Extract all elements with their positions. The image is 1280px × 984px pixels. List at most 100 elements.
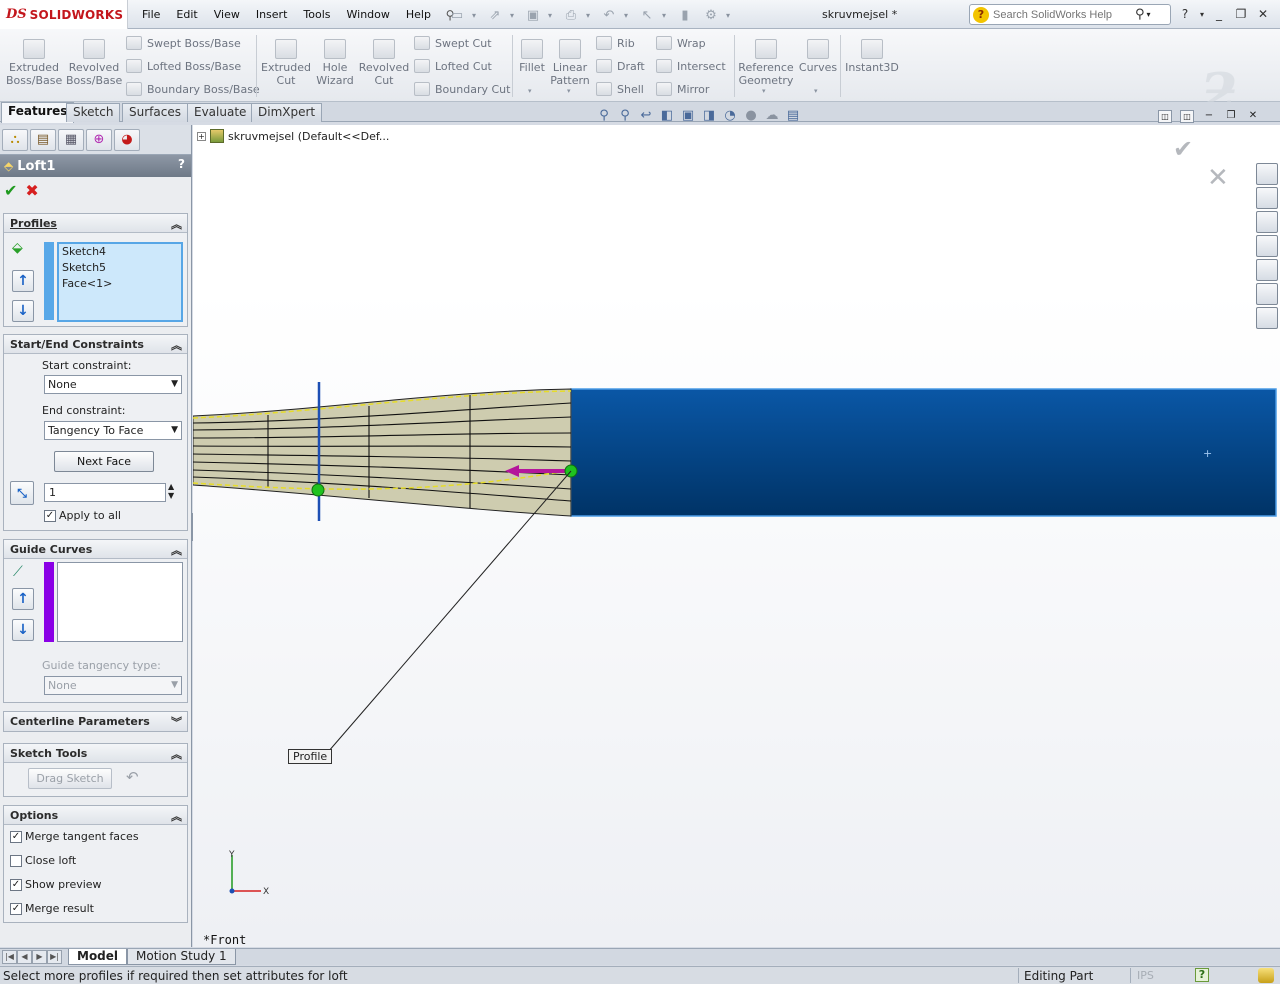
undo-sketch-icon[interactable]: ↶ <box>126 768 139 786</box>
reference-geometry-button[interactable]: Reference Geometry <box>738 39 794 87</box>
cancel-x-icon[interactable]: ✖ <box>25 181 38 200</box>
collapse-chevron-icon[interactable]: ︽ <box>171 542 182 558</box>
new-dropdown-icon[interactable]: ▾ <box>472 11 480 20</box>
menu-view[interactable]: View <box>206 8 248 21</box>
tab-evaluate[interactable]: Evaluate <box>187 103 254 122</box>
list-item[interactable]: Sketch5 <box>62 260 181 276</box>
save-icon[interactable]: ▣ <box>522 5 544 25</box>
connector-handle[interactable] <box>311 483 325 497</box>
search-dropdown-icon[interactable]: ▾ <box>1147 10 1151 19</box>
restore-icon[interactable]: ❐ <box>1232 5 1250 23</box>
zoom-to-fit-icon[interactable]: ⚲ <box>595 108 613 124</box>
extruded-cut-button[interactable]: Extruded Cut <box>260 39 312 87</box>
guide-curves-header[interactable]: Guide Curves ︽ <box>4 540 187 559</box>
checkbox-box[interactable]: ✓ <box>44 509 56 522</box>
checkbox-box[interactable]: ✓ <box>10 878 22 891</box>
profiles-header[interactable]: Profiles ︽ <box>4 214 187 233</box>
open-icon[interactable]: ⇗ <box>484 5 506 25</box>
ok-check-icon[interactable]: ✔ <box>4 181 17 200</box>
dimxpert-manager-icon[interactable]: ⊕ <box>86 128 112 151</box>
profile-callout[interactable]: Profile <box>288 749 333 764</box>
boundary-boss-button[interactable]: Boundary Boss/Base <box>126 81 260 97</box>
design-library-icon[interactable] <box>1256 211 1278 233</box>
mirror-button[interactable]: Mirror <box>656 81 709 97</box>
curves-button[interactable]: Curves <box>798 39 838 74</box>
save-dropdown-icon[interactable]: ▾ <box>548 11 556 20</box>
sketch-tools-header[interactable]: Sketch Tools ︽ <box>4 744 187 763</box>
confirmation-ok-icon[interactable]: ✔ <box>1173 135 1193 163</box>
feature-manager-icon[interactable]: ⛬ <box>2 128 28 151</box>
pattern-dropdown-icon[interactable]: ▾ <box>567 87 571 95</box>
lofted-boss-button[interactable]: Lofted Boss/Base <box>126 58 241 74</box>
rib-button[interactable]: Rib <box>596 35 635 51</box>
list-item[interactable]: Sketch4 <box>62 244 181 260</box>
file-explorer-icon[interactable] <box>1256 235 1278 257</box>
checkbox-box[interactable]: ✓ <box>10 902 22 915</box>
existing-body-face[interactable] <box>570 388 1277 517</box>
options-dropdown-icon[interactable]: ▾ <box>726 11 734 20</box>
help-dropdown-icon[interactable]: ▾ <box>1198 5 1206 23</box>
collapse-chevron-icon[interactable]: ︽ <box>171 808 182 824</box>
extruded-boss-button[interactable]: Extruded Boss/Base <box>6 39 62 87</box>
confirmation-cancel-icon[interactable]: ✕ <box>1207 163 1229 193</box>
solidworks-resources-icon[interactable] <box>1256 163 1278 185</box>
reverse-direction-button[interactable]: ⤡ <box>10 481 34 505</box>
centerline-header[interactable]: Centerline Parameters ︾ <box>4 712 187 731</box>
drag-sketch-button[interactable]: Drag Sketch <box>28 768 112 789</box>
search-icon[interactable]: ⚲ <box>1135 7 1145 22</box>
prev-tab-arrow-icon[interactable]: ◀ <box>17 950 32 964</box>
tangent-length-input[interactable]: 1 <box>44 483 166 502</box>
search-box[interactable]: ? ⚲ ▾ <box>969 4 1171 25</box>
open-dropdown-icon[interactable]: ▾ <box>510 11 518 20</box>
collapse-chevron-icon[interactable]: ︽ <box>171 216 182 232</box>
guide-tangency-select[interactable]: None ▼ <box>44 676 182 695</box>
move-up-button[interactable]: ↑ <box>12 270 34 292</box>
property-manager-icon[interactable]: ▤ <box>30 128 56 151</box>
collapse-chevron-icon[interactable]: ︽ <box>171 746 182 762</box>
lofted-cut-button[interactable]: Lofted Cut <box>414 58 492 74</box>
view-palette-icon[interactable] <box>1256 259 1278 281</box>
last-tab-arrow-icon[interactable]: ▶| <box>47 950 62 964</box>
undo-dropdown-icon[interactable]: ▾ <box>624 11 632 20</box>
options-header[interactable]: Options ︽ <box>4 806 187 825</box>
tab-surfaces[interactable]: Surfaces <box>122 103 188 122</box>
instant3d-button[interactable]: Instant3D <box>844 39 900 74</box>
list-item[interactable]: Face<1> <box>62 276 181 292</box>
viewport-restore-icon[interactable]: ❐ <box>1224 110 1238 123</box>
checkbox-box[interactable]: ✓ <box>10 830 22 843</box>
display-manager-icon[interactable]: ◕ <box>114 128 140 151</box>
new-document-icon[interactable]: ▭ <box>446 5 468 25</box>
rebuild-icon[interactable]: ▮ <box>674 5 696 25</box>
menu-insert[interactable]: Insert <box>248 8 296 21</box>
fillet-button[interactable]: Fillet <box>516 39 548 74</box>
show-preview-checkbox[interactable]: ✓ Show preview <box>10 878 102 891</box>
custom-properties-icon[interactable] <box>1256 307 1278 329</box>
viewport-split-icon[interactable]: ◫ <box>1158 110 1172 123</box>
display-style-icon[interactable]: ◨ <box>700 108 718 124</box>
search-input[interactable] <box>993 8 1135 21</box>
menu-tools[interactable]: Tools <box>295 8 338 21</box>
tab-model[interactable]: Model <box>68 949 128 965</box>
solidworks-logo[interactable]: DS SOLIDWORKS <box>0 0 128 29</box>
linear-pattern-button[interactable]: Linear Pattern <box>550 39 590 87</box>
help-icon[interactable]: ? <box>1176 5 1194 23</box>
guide-curves-list[interactable] <box>57 562 183 642</box>
profiles-list[interactable]: Sketch4 Sketch5 Face<1> <box>57 242 183 322</box>
rebuild-status-icon[interactable] <box>1258 968 1274 983</box>
move-up-button[interactable]: ↑ <box>12 588 34 610</box>
end-constraint-select[interactable]: Tangency To Face ▼ <box>44 421 182 440</box>
pm-help-icon[interactable]: ? <box>178 157 185 171</box>
first-tab-arrow-icon[interactable]: |◀ <box>2 950 17 964</box>
next-tab-arrow-icon[interactable]: ▶ <box>32 950 47 964</box>
close-icon[interactable]: ✕ <box>1254 5 1272 23</box>
swept-boss-button[interactable]: Swept Boss/Base <box>126 35 241 51</box>
print-icon[interactable]: ⎙ <box>560 5 582 25</box>
minimize-icon[interactable]: _ <box>1210 5 1228 23</box>
view-settings-icon[interactable]: ▤ <box>784 108 802 124</box>
revolved-boss-button[interactable]: Revolved Boss/Base <box>66 39 122 87</box>
configuration-manager-icon[interactable]: ▦ <box>58 128 84 151</box>
fillet-dropdown-icon[interactable]: ▾ <box>528 87 532 95</box>
viewport-link-icon[interactable]: ◫ <box>1180 110 1194 123</box>
tab-features[interactable]: Features <box>1 102 75 123</box>
merge-result-checkbox[interactable]: ✓ Merge result <box>10 902 94 915</box>
